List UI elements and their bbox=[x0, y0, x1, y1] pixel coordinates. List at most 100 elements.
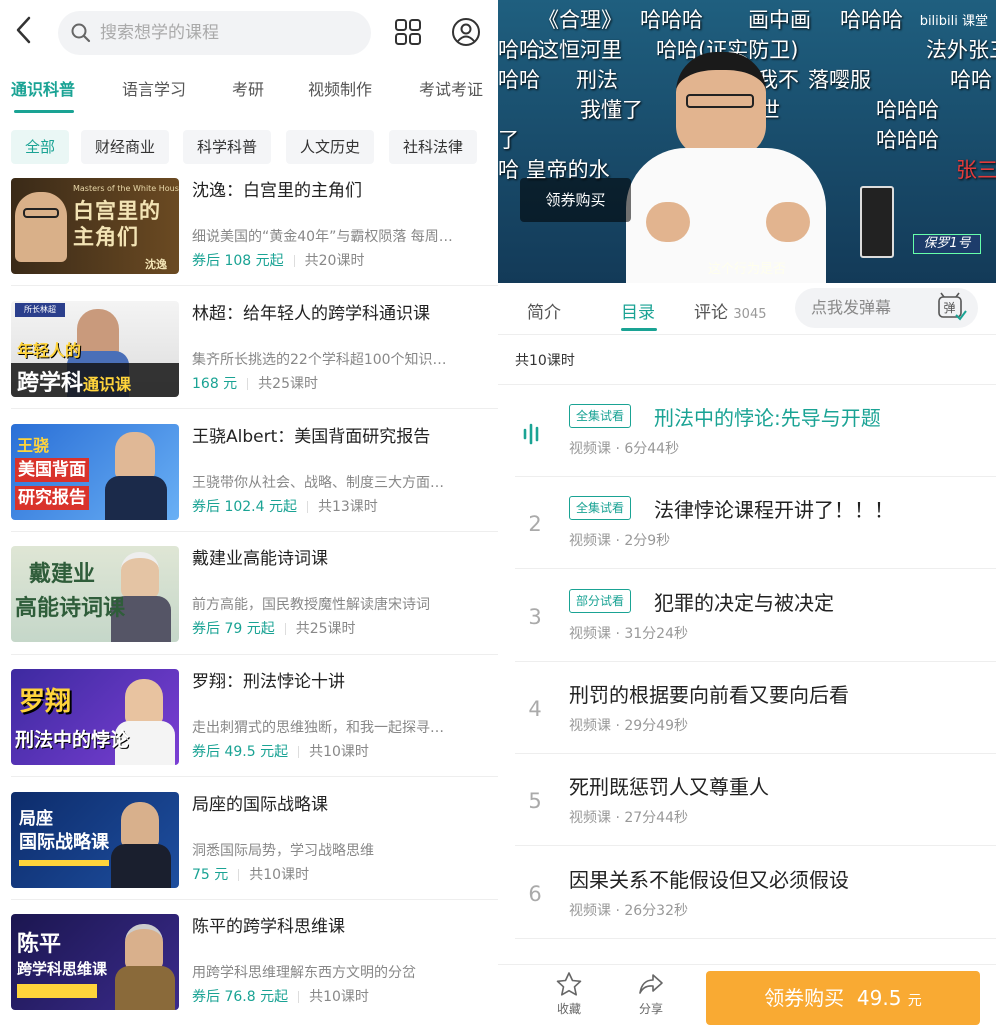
course-description: 王骁带你从社会、战略、制度三大方面… bbox=[192, 475, 444, 491]
chip-all[interactable]: 全部 bbox=[11, 130, 70, 164]
course-title: 局座的国际战略课 bbox=[192, 795, 328, 815]
back-icon[interactable] bbox=[12, 14, 36, 46]
lesson-item[interactable]: 4 刑罚的根据要向前看又要向后看 视频课 · 29分49秒 bbox=[498, 667, 996, 759]
course-title: 王骁Albert：美国背面研究报告 bbox=[192, 427, 431, 447]
course-item[interactable]: 王骁 美国背面 研究报告 王骁Albert：美国背面研究报告 王骁带你从社会、战… bbox=[0, 424, 498, 547]
tab-general-science[interactable]: 通识科普 bbox=[11, 76, 75, 100]
chip-science[interactable]: 科学科普 bbox=[183, 130, 272, 164]
lesson-title: 刑罚的根据要向前看又要向后看 bbox=[569, 683, 849, 707]
coupon-buy-button[interactable]: 领券购买 49.5 元 bbox=[706, 971, 980, 1025]
course-price: 券后 108 元起 bbox=[192, 253, 284, 269]
tab-catalog[interactable]: 目录 bbox=[621, 298, 655, 323]
lesson-item[interactable]: 5 死刑既惩罚人又尊重人 视频课 · 27分44秒 bbox=[498, 759, 996, 851]
course-description: 走出刺猬式的思维独断，和我一起探寻… bbox=[192, 720, 444, 736]
divider bbox=[515, 938, 996, 939]
course-lesson-count: 共13课时 bbox=[317, 499, 378, 515]
search-placeholder: 搜索想学的课程 bbox=[100, 23, 219, 43]
trial-badge: 部分试看 bbox=[569, 589, 632, 613]
lesson-item[interactable]: 2 全集试看 法律悖论课程开讲了！！！ 视频课 · 2分9秒 bbox=[498, 482, 996, 574]
subcategory-chips: 全部 财经商业 科学科普 人文历史 社科法律 bbox=[0, 130, 498, 168]
thermos-image bbox=[860, 186, 894, 258]
course-price: 168 元 bbox=[192, 376, 238, 392]
course-lesson-count: 共20课时 bbox=[304, 253, 365, 269]
course-thumbnail: 陈平 跨学科思维课 bbox=[11, 914, 179, 1010]
course-thumbnail: 所长林超 年轻人的 跨学科通识课 bbox=[11, 301, 179, 397]
course-item[interactable]: 罗翔 刑法中的悖论 罗翔：刑法悖论十讲 走出刺猬式的思维独断，和我一起探寻… 券… bbox=[0, 669, 498, 792]
divider bbox=[515, 661, 996, 662]
course-title: 罗翔：刑法悖论十讲 bbox=[192, 672, 345, 692]
course-lesson-count: 共10课时 bbox=[309, 744, 369, 760]
course-item[interactable]: 戴建业 高能诗词课 戴建业高能诗词课 前方高能，国民教授魔性解读唐宋诗词 券后 … bbox=[0, 546, 498, 669]
chip-finance[interactable]: 财经商业 bbox=[81, 130, 170, 164]
course-description: 前方高能，国民教授魔性解读唐宋诗词 bbox=[192, 597, 430, 613]
video-watermark: 保罗1号 bbox=[913, 234, 981, 254]
course-price: 75 元 bbox=[192, 867, 229, 883]
tab-language[interactable]: 语言学习 bbox=[122, 76, 186, 100]
divider bbox=[11, 899, 498, 900]
lesson-duration: 视频课 · 6分44秒 bbox=[569, 441, 680, 457]
lesson-title: 刑法中的悖论:先导与开题 bbox=[654, 406, 881, 430]
divider bbox=[498, 334, 996, 335]
lesson-total: 共10课时 bbox=[515, 353, 575, 369]
active-tab-indicator bbox=[14, 110, 74, 113]
course-thumbnail: 王骁 美国背面 研究报告 bbox=[11, 424, 179, 520]
video-player[interactable]: 《合理》 哈哈哈 画中画 哈哈哈 哈哈 这恒河里 哈哈(证实防卫) 法外张三 哈… bbox=[498, 0, 996, 283]
coupon-buy-overlay-button[interactable]: 领券购买 bbox=[520, 178, 631, 222]
course-lesson-count: 共10课时 bbox=[249, 867, 310, 883]
course-price: 券后 49.5 元起 bbox=[192, 744, 289, 760]
divider bbox=[498, 384, 996, 385]
course-item[interactable]: 局座 国际战略课 局座的国际战略课 洞悉国际局势，学习战略思维 75 元 共10课… bbox=[0, 792, 498, 915]
tab-comments[interactable]: 评论 3045 bbox=[694, 298, 767, 323]
chip-social-law[interactable]: 社科法律 bbox=[389, 130, 478, 164]
course-item[interactable]: 所长林超 年轻人的 跨学科通识课 林超：给年轻人的跨学科通识课 集齐所长挑选的2… bbox=[0, 301, 498, 424]
course-list-screen: 搜索想学的课程 通识科普 语言学习 考研 视频制作 考试考证 全部 财经商业 科… bbox=[0, 0, 498, 1031]
course-item[interactable]: 陈平 跨学科思维课 陈平的跨学科思维课 用跨学科思维理解东西方文明的分岔 券后 … bbox=[0, 914, 498, 1031]
lesson-duration: 视频课 · 27分44秒 bbox=[569, 810, 688, 826]
share-button[interactable]: 分享 bbox=[626, 971, 676, 1017]
divider bbox=[515, 845, 996, 846]
course-lesson-count: 共10课时 bbox=[309, 989, 369, 1005]
course-thumbnail: 戴建业 高能诗词课 bbox=[11, 546, 179, 642]
category-tabs: 通识科普 语言学习 考研 视频制作 考试考证 bbox=[0, 68, 498, 114]
lesson-duration: 视频课 · 31分24秒 bbox=[569, 626, 688, 642]
lesson-index: 5 bbox=[528, 789, 542, 813]
user-profile-icon[interactable] bbox=[451, 17, 481, 47]
lesson-item[interactable]: 6 因果关系不能假设但又必须假设 视频课 · 26分32秒 bbox=[498, 852, 996, 944]
lesson-index: 6 bbox=[528, 882, 542, 906]
tab-intro[interactable]: 简介 bbox=[527, 298, 561, 323]
lesson-index: 3 bbox=[528, 605, 542, 629]
svg-text:弹: 弹 bbox=[944, 301, 956, 315]
tab-postgrad-exam[interactable]: 考研 bbox=[232, 76, 264, 100]
now-playing-icon bbox=[522, 422, 544, 450]
course-price: 券后 76.8 元起 bbox=[192, 989, 289, 1005]
course-price: 券后 102.4 元起 bbox=[192, 499, 297, 515]
course-title: 林超：给年轻人的跨学科通识课 bbox=[192, 304, 430, 324]
comment-count: 3045 bbox=[733, 307, 767, 322]
course-thumbnail: 罗翔 刑法中的悖论 bbox=[11, 669, 179, 765]
lesson-index: 2 bbox=[528, 512, 542, 536]
chip-history[interactable]: 人文历史 bbox=[286, 130, 375, 164]
course-price: 券后 79 元起 bbox=[192, 621, 275, 637]
search-input[interactable]: 搜索想学的课程 bbox=[58, 11, 371, 55]
course-title: 戴建业高能诗词课 bbox=[192, 549, 328, 569]
lesson-title: 法律悖论课程开讲了！！！ bbox=[654, 498, 894, 522]
lesson-item[interactable]: 3 部分试看 犯罪的决定与被决定 视频课 · 31分24秒 bbox=[498, 575, 996, 667]
danmaku-toggle-icon[interactable]: 弹 bbox=[926, 288, 978, 328]
course-description: 用跨学科思维理解东西方文明的分岔 bbox=[192, 965, 416, 981]
active-tab-indicator bbox=[621, 328, 657, 331]
favorite-button[interactable]: 收藏 bbox=[544, 971, 594, 1017]
share-icon bbox=[639, 974, 663, 994]
divider bbox=[515, 476, 996, 477]
favorite-label: 收藏 bbox=[556, 1002, 581, 1016]
lesson-item[interactable]: 全集试看 刑法中的悖论:先导与开题 视频课 · 6分44秒 bbox=[498, 390, 996, 482]
course-description: 集齐所长挑选的22个学科超100个知识… bbox=[192, 352, 447, 368]
course-item[interactable]: Masters of the White House 白宫里的主角们 沈逸 沈逸… bbox=[0, 178, 498, 301]
course-thumbnail: 局座 国际战略课 bbox=[11, 792, 179, 888]
tab-certification[interactable]: 考试考证 bbox=[419, 76, 483, 100]
bilibili-logo: bilibili 课堂 bbox=[919, 14, 988, 29]
tab-video-production[interactable]: 视频制作 bbox=[308, 76, 372, 100]
course-detail-screen: 《合理》 哈哈哈 画中画 哈哈哈 哈哈 这恒河里 哈哈(证实防卫) 法外张三 哈… bbox=[498, 0, 996, 1031]
lecturer-figure bbox=[616, 52, 836, 283]
category-grid-icon[interactable] bbox=[394, 18, 422, 46]
divider bbox=[515, 753, 996, 754]
